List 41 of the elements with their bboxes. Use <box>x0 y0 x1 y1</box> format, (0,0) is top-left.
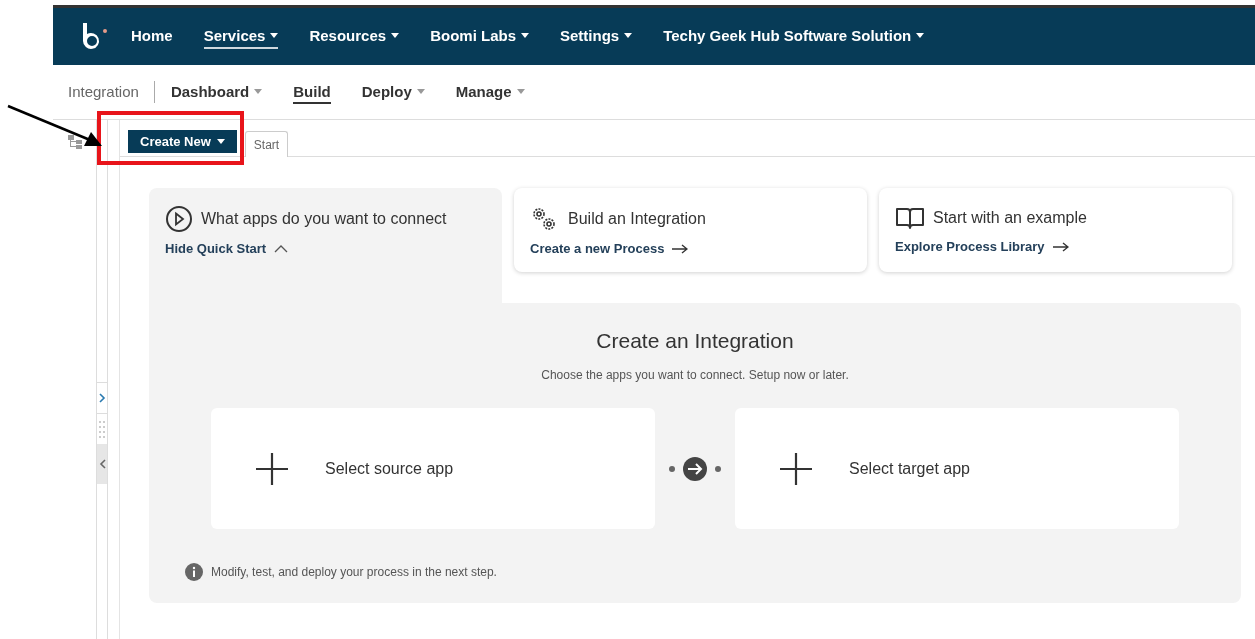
card-title: What apps do you want to connect <box>201 210 447 228</box>
card-title: Start with an example <box>933 209 1087 227</box>
play-icon <box>165 205 193 233</box>
chevron-left-icon[interactable] <box>98 459 106 469</box>
quick-start-card[interactable]: Start with an example Explore Process Library <box>879 188 1232 272</box>
nav-link[interactable]: Build <box>293 80 331 104</box>
nav-link[interactable]: Techy Geek Hub Software Solution <box>663 24 925 49</box>
caret-icon <box>216 139 225 144</box>
connector-icon <box>668 456 722 481</box>
nav-link[interactable]: Manage <box>455 80 525 104</box>
nav-link[interactable]: Deploy <box>361 80 425 104</box>
chevron-right-icon[interactable] <box>98 393 106 403</box>
chevron-up-icon <box>274 244 289 253</box>
card-link[interactable]: Create a new Process <box>530 241 851 256</box>
info-note: Modify, test, and deploy your process in the next step. <box>211 565 497 579</box>
panel-title: Create an Integration <box>596 329 794 353</box>
info-icon <box>185 563 203 581</box>
plus-icon <box>255 451 289 486</box>
drag-handle-icon[interactable] <box>98 420 106 440</box>
panel-subtitle: Choose the apps you want to connect. Setup now or later. <box>541 368 849 382</box>
app-name: Integration <box>68 81 155 103</box>
tab[interactable]: Start <box>244 131 289 157</box>
target-app-card[interactable]: Select target app <box>735 408 1179 529</box>
source-app-card[interactable]: Select source app <box>211 408 655 529</box>
arrow-right-icon <box>1052 241 1069 252</box>
card-title: Build an Integration <box>568 210 706 228</box>
book-icon <box>895 205 925 231</box>
quick-start-card[interactable]: What apps do you want to connect Hide Quick Start <box>149 188 502 303</box>
hierarchy-icon[interactable] <box>66 134 83 150</box>
card-link[interactable]: Explore Process Library <box>895 239 1216 254</box>
nav-link[interactable]: Home <box>131 24 173 49</box>
create-new-button[interactable]: Create New <box>128 130 237 153</box>
quick-start-card[interactable]: Build an Integration Create a new Process <box>514 188 867 272</box>
nav-link[interactable]: Resources <box>309 24 400 49</box>
nav-link[interactable]: Dashboard <box>170 80 263 104</box>
nav-link[interactable]: Boomi Labs <box>430 24 529 49</box>
arrow-right-icon <box>672 243 689 254</box>
nav-link[interactable]: Settings <box>560 24 633 49</box>
nav-link[interactable]: Services <box>203 24 279 49</box>
card-link[interactable]: Hide Quick Start <box>165 241 486 256</box>
plus-icon <box>779 451 813 486</box>
